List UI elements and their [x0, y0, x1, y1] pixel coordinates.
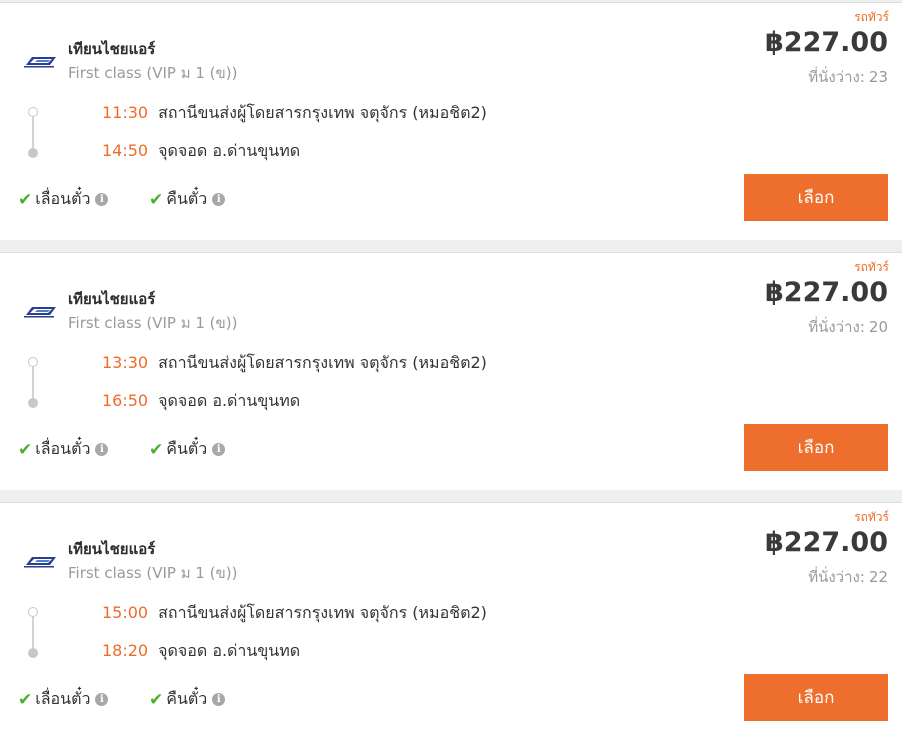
arrival-stop: 16:50 จุดจอด อ.ด่านขุนทด: [102, 389, 300, 414]
bus-type-label: รถทัวร์: [854, 510, 889, 524]
info-icon[interactable]: i: [212, 693, 226, 706]
select-trip-button[interactable]: เลือก: [744, 174, 888, 221]
check-icon: ✔: [18, 689, 33, 710]
seats-available: ที่นั่งว่าง: 20: [808, 315, 888, 339]
info-icon[interactable]: i: [212, 443, 226, 456]
departure-stop: 13:30 สถานีขนส่งผู้โดยสารกรุงเทพ จตุจักร …: [102, 351, 487, 376]
route-timeline-icon: [27, 107, 39, 159]
check-icon: ✔: [149, 189, 164, 210]
departure-stop: 15:00 สถานีขนส่งผู้โดยสารกรุงเทพ จตุจักร …: [102, 601, 487, 626]
seats-available: ที่นั่งว่าง: 22: [808, 565, 888, 589]
arrival-time: 18:20: [102, 641, 149, 660]
arrival-time: 14:50: [102, 141, 149, 160]
trip-results-list: รถทัวร์ เทียนไชยแอร์ First class (VIP ม …: [0, 0, 902, 738]
route-timeline-icon: [27, 607, 39, 659]
feature-reschedule-label: เลื่อนตั๋ว: [35, 189, 91, 208]
operator-logo-icon: [24, 553, 58, 569]
operator-logo-icon: [24, 53, 58, 69]
feature-refund: ✔ คืนตั๋ว i: [149, 187, 226, 212]
check-icon: ✔: [149, 439, 164, 460]
arrival-place: จุดจอด อ.ด่านขุนทด: [158, 391, 301, 410]
departure-time: 11:30: [102, 103, 149, 122]
route-timeline-icon: [27, 357, 39, 409]
departure-place: สถานีขนส่งผู้โดยสารกรุงเทพ จตุจักร (หมอช…: [158, 353, 487, 372]
info-icon[interactable]: i: [95, 693, 109, 706]
seats-label: ที่นั่งว่าง:: [808, 568, 865, 586]
feature-refund-label: คืนตั๋ว: [166, 189, 208, 208]
feature-reschedule: ✔ เลื่อนตั๋ว i: [18, 187, 109, 212]
seats-label: ที่นั่งว่าง:: [808, 318, 865, 336]
info-icon[interactable]: i: [95, 443, 109, 456]
arrival-stop: 14:50 จุดจอด อ.ด่านขุนทด: [102, 139, 300, 164]
feature-reschedule-label: เลื่อนตั๋ว: [35, 439, 91, 458]
operator-logo-icon: [24, 303, 58, 319]
feature-refund-label: คืนตั๋ว: [166, 689, 208, 708]
operator-name: เทียนไชยแอร์: [68, 290, 156, 308]
operator-name: เทียนไชยแอร์: [68, 540, 156, 558]
arrival-time: 16:50: [102, 391, 149, 410]
service-class: First class (VIP ม 1 (ข)): [68, 64, 238, 82]
seats-count: 23: [868, 68, 888, 86]
select-trip-button[interactable]: เลือก: [744, 674, 888, 721]
feature-reschedule: ✔ เลื่อนตั๋ว i: [18, 437, 109, 462]
check-icon: ✔: [18, 439, 33, 460]
departure-place: สถานีขนส่งผู้โดยสารกรุงเทพ จตุจักร (หมอช…: [158, 603, 487, 622]
trip-card: รถทัวร์ เทียนไชยแอร์ First class (VIP ม …: [0, 502, 902, 738]
feature-refund: ✔ คืนตั๋ว i: [149, 687, 226, 712]
departure-stop: 11:30 สถานีขนส่งผู้โดยสารกรุงเทพ จตุจักร …: [102, 101, 487, 126]
arrival-place: จุดจอด อ.ด่านขุนทด: [158, 641, 301, 660]
feature-refund-label: คืนตั๋ว: [166, 439, 208, 458]
feature-refund: ✔ คืนตั๋ว i: [149, 437, 226, 462]
trip-price: ฿227.00: [765, 277, 888, 308]
info-icon[interactable]: i: [212, 193, 226, 206]
seats-label: ที่นั่งว่าง:: [808, 68, 865, 86]
feature-reschedule-label: เลื่อนตั๋ว: [35, 689, 91, 708]
check-icon: ✔: [149, 689, 164, 710]
trip-price: ฿227.00: [765, 27, 888, 58]
departure-time: 13:30: [102, 353, 149, 372]
seats-count: 22: [868, 568, 888, 586]
check-icon: ✔: [18, 189, 33, 210]
arrival-stop: 18:20 จุดจอด อ.ด่านขุนทด: [102, 639, 300, 664]
service-class: First class (VIP ม 1 (ข)): [68, 314, 238, 332]
bus-type-label: รถทัวร์: [854, 260, 889, 274]
departure-time: 15:00: [102, 603, 149, 622]
trip-card: รถทัวร์ เทียนไชยแอร์ First class (VIP ม …: [0, 252, 902, 490]
service-class: First class (VIP ม 1 (ข)): [68, 564, 238, 582]
bus-type-label: รถทัวร์: [854, 10, 889, 24]
trip-price: ฿227.00: [765, 527, 888, 558]
trip-card: รถทัวร์ เทียนไชยแอร์ First class (VIP ม …: [0, 2, 902, 240]
departure-place: สถานีขนส่งผู้โดยสารกรุงเทพ จตุจักร (หมอช…: [158, 103, 487, 122]
select-trip-button[interactable]: เลือก: [744, 424, 888, 471]
feature-reschedule: ✔ เลื่อนตั๋ว i: [18, 687, 109, 712]
operator-name: เทียนไชยแอร์: [68, 40, 156, 58]
arrival-place: จุดจอด อ.ด่านขุนทด: [158, 141, 301, 160]
seats-available: ที่นั่งว่าง: 23: [808, 65, 888, 89]
seats-count: 20: [868, 318, 888, 336]
info-icon[interactable]: i: [95, 193, 109, 206]
